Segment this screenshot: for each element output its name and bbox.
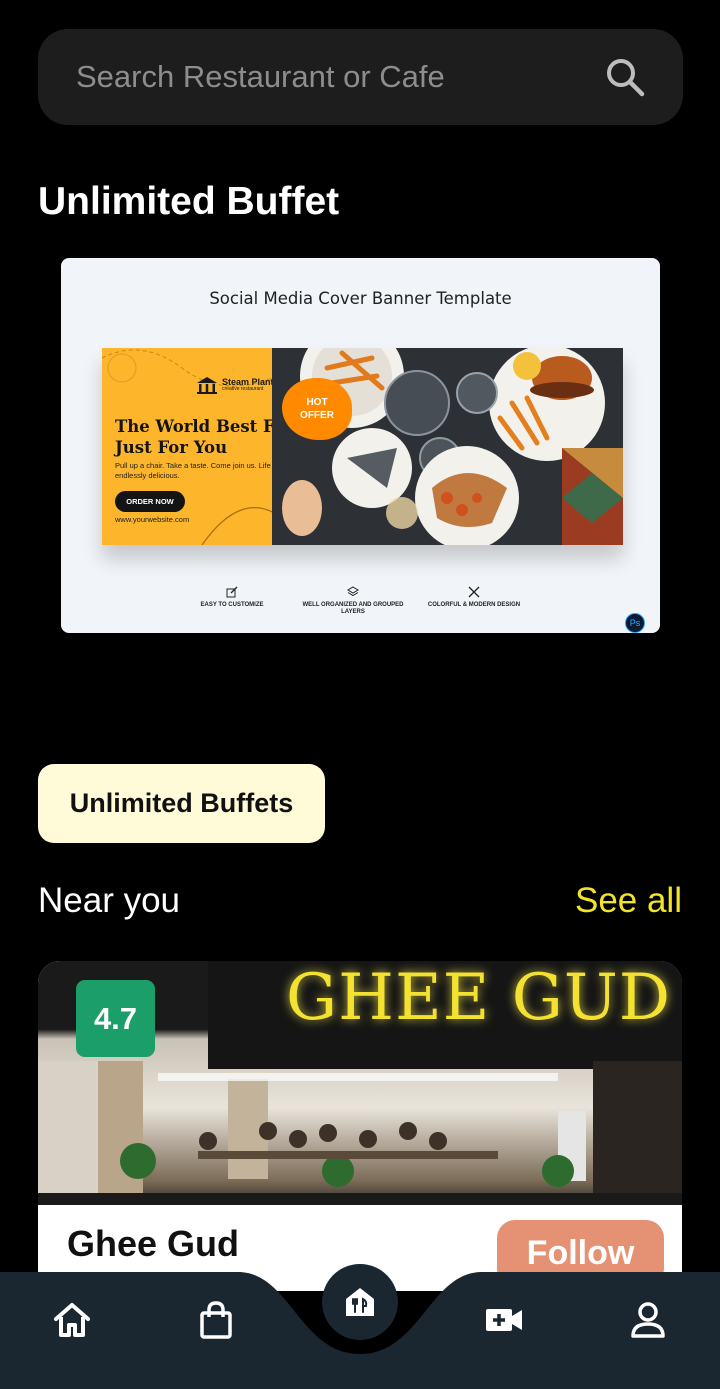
promo-url: www.yourwebsite.com — [115, 515, 190, 524]
nav-orders[interactable] — [186, 1290, 246, 1350]
restaurant-name: Ghee Gud — [67, 1223, 240, 1264]
section-title: Unlimited Buffet — [38, 180, 340, 223]
feature-layers: WELL ORGANIZED AND GROUPED LAYERS — [298, 586, 408, 616]
edit-icon — [226, 586, 238, 598]
feature-label: COLORFUL & MODERN DESIGN — [427, 602, 521, 608]
video-icon — [486, 1309, 522, 1331]
brand-logo: Steam Plant creative restaurant — [196, 376, 274, 394]
brand-subtitle: creative restaurant — [222, 386, 264, 392]
feature-label: EASY TO CUSTOMIZE — [200, 602, 264, 608]
nav-home[interactable] — [42, 1290, 102, 1350]
search-bar[interactable] — [38, 29, 683, 125]
search-icon[interactable] — [603, 55, 647, 99]
nav-dining[interactable] — [322, 1264, 398, 1340]
banner-caption: Social Media Cover Banner Template — [209, 289, 512, 308]
promo-image: Steam Plant creative restaurant The Worl… — [102, 348, 623, 545]
feature-row: EASY TO CUSTOMIZE WELL ORGANIZED AND GRO… — [61, 586, 660, 616]
shopping-bag-icon — [200, 1301, 232, 1339]
dining-icon — [346, 1288, 374, 1316]
feature-design: COLORFUL & MODERN DESIGN — [419, 586, 529, 609]
photoshop-badge: Ps — [625, 613, 645, 633]
badge-line-2: OFFER — [300, 410, 334, 421]
app-screen: Unlimited Buffet Social Media Cover Bann… — [0, 0, 720, 1389]
layers-icon — [347, 586, 359, 597]
rating-badge: 4.7 — [76, 980, 155, 1057]
search-input[interactable] — [76, 59, 603, 95]
nav-profile[interactable] — [618, 1290, 678, 1350]
feature-label: WELL ORGANIZED AND GROUPED LAYERS — [302, 602, 404, 615]
profile-icon — [631, 1302, 665, 1338]
see-all-link[interactable]: See all — [575, 881, 682, 921]
building-icon — [197, 377, 217, 394]
restaurant-card[interactable]: GHEE GUD 4.7 Ghee Gud Follow — [38, 961, 682, 1291]
home-icon — [54, 1303, 90, 1337]
feature-customize: EASY TO CUSTOMIZE — [177, 586, 287, 609]
badge-line-1: HOT — [306, 397, 328, 408]
nav-video[interactable] — [474, 1290, 534, 1350]
restaurant-photo: GHEE GUD 4.7 — [38, 961, 682, 1205]
order-now-button: ORDER NOW — [115, 491, 185, 512]
unlimited-buffets-chip[interactable]: Unlimited Buffets — [38, 764, 325, 843]
buffet-banner[interactable]: Social Media Cover Banner Template Steam… — [61, 258, 660, 633]
near-you-title: Near you — [38, 881, 181, 920]
design-tools-icon — [468, 586, 480, 598]
hot-offer-badge: HOT OFFER — [282, 378, 352, 440]
